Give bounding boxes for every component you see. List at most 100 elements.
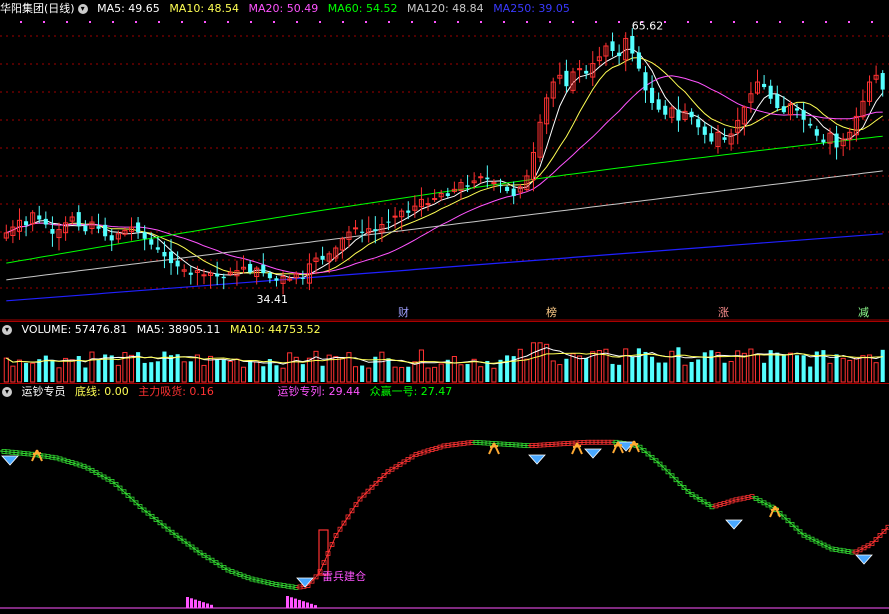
volume-bar [827,362,833,383]
volume-bar [696,359,701,382]
volume-bar [485,360,490,382]
volume-bar [669,350,675,383]
volume-bar [360,365,365,382]
candle-body-down [617,52,622,57]
top-dot [319,21,321,23]
absorb-bar [298,599,301,608]
top-dot [848,21,850,23]
volume-bar [128,354,135,383]
top-dot [710,21,712,23]
top-dot [342,21,344,23]
volume-bar [3,357,9,383]
volume-bar [10,365,16,383]
top-dot [388,21,390,23]
volume-bar [142,362,147,382]
volume-bar [577,355,583,383]
signal-column [318,529,329,576]
volume-bar [386,358,391,382]
candle-body-down [162,251,167,257]
volume-bar [366,367,372,383]
candle-body-down [636,52,641,69]
volume-bar [840,357,846,383]
volume-bar [748,348,754,383]
volume-bar [215,359,220,382]
volume-bar [320,365,325,382]
top-dot [664,21,666,23]
volume-bar [115,364,121,383]
top-dot [181,21,183,23]
absorb-bar [202,602,205,608]
volume-bar [465,364,470,382]
volume-bar [617,364,622,382]
candle-body-down [406,210,411,213]
candle-body-down [762,83,767,88]
candle-body-down [445,193,450,197]
candle-body-down [188,272,193,275]
candlesticks [3,28,885,295]
candle-body-up [201,274,207,277]
top-dot [250,21,252,23]
volume-bar [636,348,641,382]
volume-bar [834,354,839,382]
volume-bar [175,354,180,382]
volume-bar [873,362,879,383]
volume-bar [775,352,780,382]
top-dot [756,21,758,23]
candle-body-down [722,137,727,140]
candle-body-down [794,108,800,111]
top-dot [20,21,22,23]
candle-body-down [709,133,714,142]
volume-bar [69,359,75,383]
volume-bar [564,358,569,382]
candle-body-down [50,229,55,234]
volume-bar [451,356,457,383]
candle-body-down [261,264,266,274]
candle-body-down [775,94,780,109]
candle-body-down [505,186,510,191]
top-dot [204,21,206,23]
volume-bar [860,355,866,383]
candle-body-down [808,123,813,126]
chart-canvas[interactable]: 65.62 34.41 雷兵建仓 [0,0,889,614]
top-dot [825,21,827,23]
volume-bar [438,363,444,383]
volume-bar [227,360,233,383]
volume-bar [557,364,563,383]
candle-body-down [43,218,48,225]
top-dot [411,21,413,23]
volume-bar [478,366,484,383]
volume-bar [274,365,279,382]
volume-bar [24,363,29,382]
candle-body-down [96,226,101,229]
candle-body-down [386,221,391,223]
volume-bar [248,360,253,382]
candle-body-down [373,229,378,232]
sell-diamond-icon [584,448,602,459]
volume-bar [89,351,95,383]
absorb-bar [306,602,309,608]
volume-bar [333,356,339,383]
top-dot [135,21,137,23]
volume-bar [149,362,154,382]
top-dot [480,21,482,23]
top-dot [779,21,781,23]
candle-body-down [643,72,648,91]
absorb-bar [302,601,305,608]
top-dot [549,21,551,23]
candle-body-down [136,222,141,233]
candle-body-up [491,182,497,185]
volume-bar [201,364,207,383]
volume-bar [537,342,543,383]
candle-body-down [76,212,81,227]
top-dot [112,21,114,23]
candle-body-down [584,70,589,74]
candle-body-up [432,198,438,201]
volume-bar [458,364,464,383]
absorb-bar [186,597,189,608]
volume-bar [339,358,345,383]
volume-bar [570,353,576,383]
volume-bar [392,366,398,383]
top-dot [365,21,367,23]
top-dot [434,21,436,23]
candle-body-down [465,185,470,187]
